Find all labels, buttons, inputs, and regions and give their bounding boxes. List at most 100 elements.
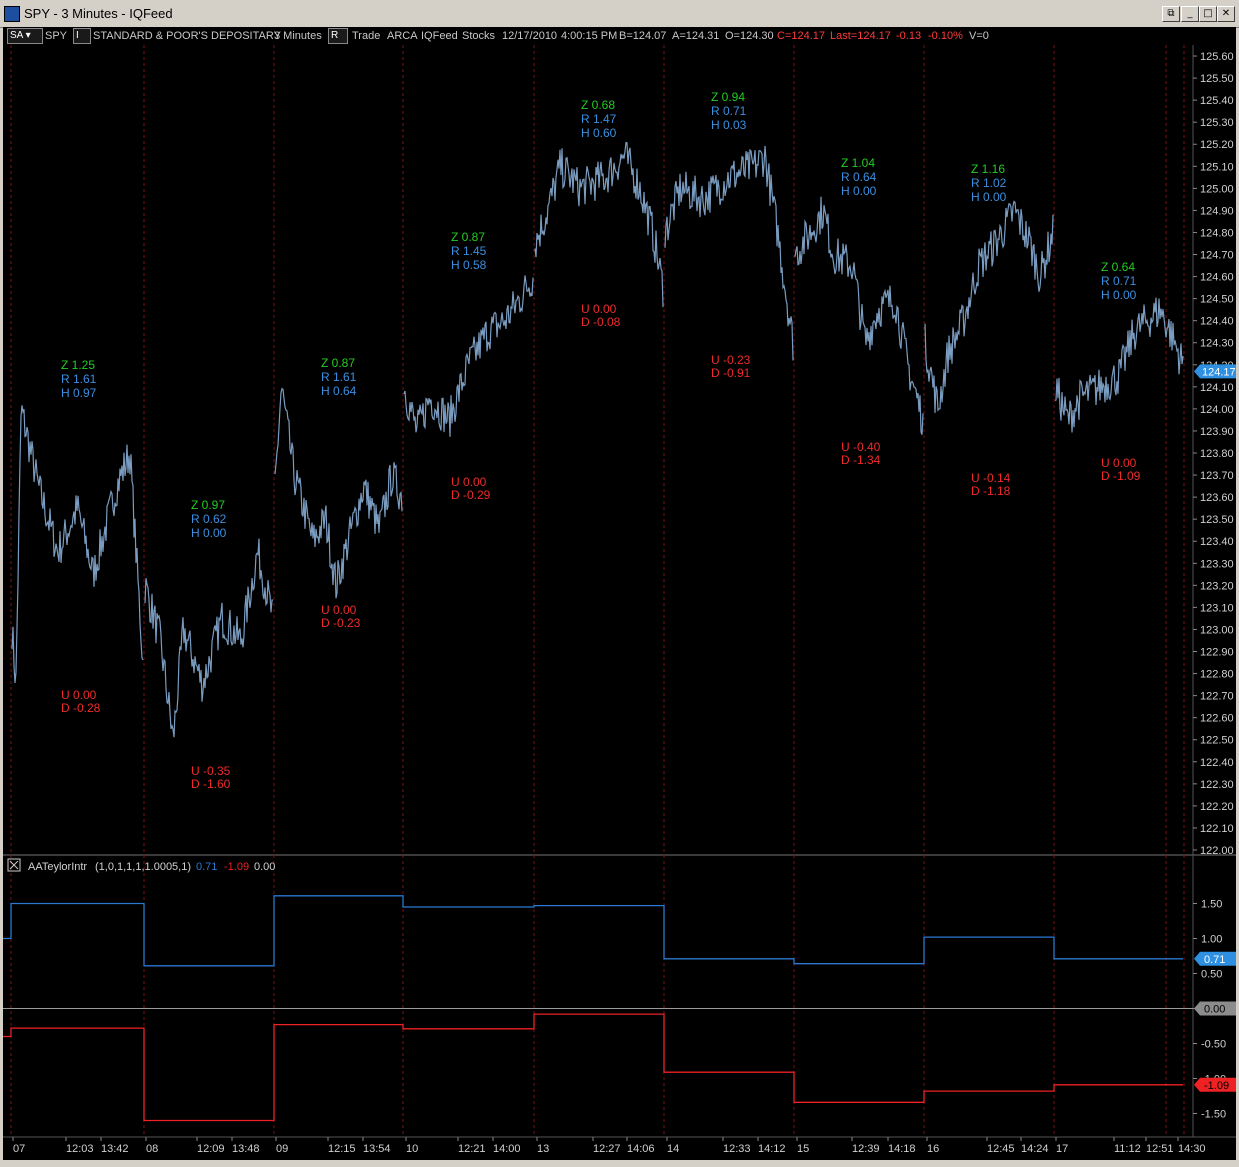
- indicator-blue-marker-label: 0.71: [1204, 954, 1225, 966]
- time-axis-label: 12:15: [328, 1143, 356, 1155]
- time-axis-label: 14: [667, 1143, 679, 1155]
- indicator-value-blue: 0.71: [196, 861, 217, 873]
- indicator-step-line-blue: [3, 895, 1183, 967]
- time-axis-label: 14:00: [493, 1143, 521, 1155]
- time-axis-label: 14:12: [758, 1143, 786, 1155]
- indicator-red-marker-label: -1.09: [1204, 1080, 1229, 1092]
- time-axis-label: 10: [406, 1143, 418, 1155]
- annotation-top-label: R 0.71: [711, 104, 747, 118]
- status-bar: [0, 1160, 1239, 1167]
- maximize-button[interactable]: □: [1199, 6, 1217, 22]
- price-axis-label: 122.50: [1200, 735, 1234, 747]
- annotation-bottom-label: U -0.14: [971, 471, 1011, 485]
- time-axis-label: 13:54: [363, 1143, 391, 1155]
- annotation-top-label: Z 0.68: [581, 98, 615, 112]
- price-axis-label: 124.50: [1200, 294, 1234, 306]
- time-axis-label: 12:27: [593, 1143, 621, 1155]
- annotation-bottom-label: U 0.00: [1101, 456, 1137, 470]
- annotation-top-label: R 1.47: [581, 112, 617, 126]
- annotation-bottom-label: U 0.00: [451, 475, 487, 489]
- chart-window: SA ▾ SPY I STANDARD & POOR'S DEPOSITARY …: [3, 27, 1236, 1160]
- annotation-top-label: Z 1.04: [841, 156, 875, 170]
- restore-window-icon[interactable]: ⧉: [1162, 6, 1180, 22]
- price-series: [11, 141, 1184, 738]
- time-axis-label: 17: [1056, 1143, 1068, 1155]
- price-line-session: [11, 405, 144, 684]
- price-axis-label: 125.30: [1200, 117, 1234, 129]
- price-axis-label: 123.70: [1200, 470, 1234, 482]
- session-dividers: [3, 45, 1236, 1138]
- price-axis-label: 122.30: [1200, 779, 1234, 791]
- annotation-top-label: H 0.97: [61, 386, 97, 400]
- annotation-top-label: R 0.71: [1101, 274, 1137, 288]
- window-title: SPY - 3 Minutes - IQFeed: [24, 6, 173, 21]
- price-axis-label: 124.80: [1200, 227, 1234, 239]
- time-axis-label: 13:48: [232, 1143, 260, 1155]
- annotation-top-label: Z 0.97: [191, 498, 225, 512]
- price-axis-label: 124.00: [1200, 404, 1234, 416]
- annotation-top-label: R 1.61: [321, 370, 357, 384]
- time-axis-label: 12:51: [1146, 1143, 1174, 1155]
- minimize-button[interactable]: _: [1181, 6, 1199, 22]
- price-axis-label: 125.40: [1200, 95, 1234, 107]
- price-axis-label: 122.00: [1200, 845, 1234, 857]
- annotation-top-label: Z 0.94: [711, 90, 745, 104]
- indicator-name: AATeylorIntr: [28, 861, 87, 873]
- price-axis-label: 122.40: [1200, 757, 1234, 769]
- annotation-top-label: H 0.00: [971, 190, 1007, 204]
- chart-canvas[interactable]: Z 1.25R 1.61H 0.97U 0.00D -0.28Z 0.97R 0…: [3, 27, 1236, 1160]
- annotation-top-label: H 0.00: [191, 526, 227, 540]
- price-axis-label: 124.60: [1200, 272, 1234, 284]
- annotation-bottom-label: U 0.00: [321, 603, 357, 617]
- price-axis-label: 125.60: [1200, 51, 1234, 63]
- indicator-value-red: -1.09: [224, 861, 249, 873]
- price-axis-label: 122.90: [1200, 647, 1234, 659]
- indicator-axis-label: -1.50: [1201, 1109, 1226, 1121]
- annotation-top-label: H 0.58: [451, 258, 487, 272]
- annotation-top-label: Z 0.87: [451, 230, 485, 244]
- price-line-session: [144, 538, 274, 738]
- session-annotations: Z 1.25R 1.61H 0.97U 0.00D -0.28Z 0.97R 0…: [61, 90, 1141, 791]
- annotation-bottom-label: D -0.08: [581, 315, 621, 329]
- close-button[interactable]: ✕: [1217, 6, 1235, 22]
- time-axis-label: 12:21: [458, 1143, 486, 1155]
- price-axis-label: 122.10: [1200, 823, 1234, 835]
- time-axis-label: 14:30: [1178, 1143, 1206, 1155]
- price-axis-label: 124.30: [1200, 338, 1234, 350]
- price-line-session: [403, 275, 534, 437]
- price-line-session: [924, 200, 1054, 413]
- annotation-top-label: R 1.02: [971, 176, 1007, 190]
- price-axis-label: 122.80: [1200, 669, 1234, 681]
- annotation-top-label: H 0.64: [321, 384, 357, 398]
- indicator-step-line-red: [3, 1013, 1183, 1122]
- annotation-bottom-label: D -1.18: [971, 484, 1011, 498]
- annotation-top-label: Z 0.87: [321, 356, 355, 370]
- annotation-top-label: R 1.61: [61, 372, 97, 386]
- annotation-bottom-label: D -1.34: [841, 453, 881, 467]
- indicator-params: (1,0,1,1,1,1.0005,1): [95, 861, 191, 873]
- price-line-session: [274, 387, 403, 599]
- indicator-header: AATeylorIntr (1,0,1,1,1,1.0005,1) 0.71 -1.0…: [7, 858, 275, 873]
- time-axis-label: 11:12: [1114, 1143, 1141, 1155]
- annotation-bottom-label: D -0.28: [61, 701, 101, 715]
- price-axis-label: 123.90: [1200, 426, 1234, 438]
- time-axis-label: 13: [537, 1143, 549, 1155]
- time-axis-label: 12:33: [723, 1143, 751, 1155]
- time-axis-label: 14:06: [627, 1143, 655, 1155]
- time-axis-label: 15: [797, 1143, 809, 1155]
- indicator-axis-label: -0.50: [1201, 1039, 1226, 1051]
- indicator-zero-marker-label: 0.00: [1204, 1004, 1225, 1016]
- time-axis-label: 07: [13, 1143, 25, 1155]
- annotation-bottom-label: D -1.60: [191, 777, 231, 791]
- annotation-bottom-label: D -0.91: [711, 366, 751, 380]
- annotation-top-label: H 0.00: [841, 184, 877, 198]
- price-axis-label: 123.40: [1200, 536, 1234, 548]
- time-axis-label: 08: [146, 1143, 158, 1155]
- price-axis-label: 122.60: [1200, 713, 1234, 725]
- price-axis-label: 125.00: [1200, 183, 1234, 195]
- price-axis-label: 124.70: [1200, 250, 1234, 262]
- time-axis-label: 14:24: [1021, 1143, 1049, 1155]
- annotation-top-label: Z 1.25: [61, 358, 95, 372]
- price-axis-label: 124.40: [1200, 316, 1234, 328]
- annotation-top-label: H 0.60: [581, 126, 617, 140]
